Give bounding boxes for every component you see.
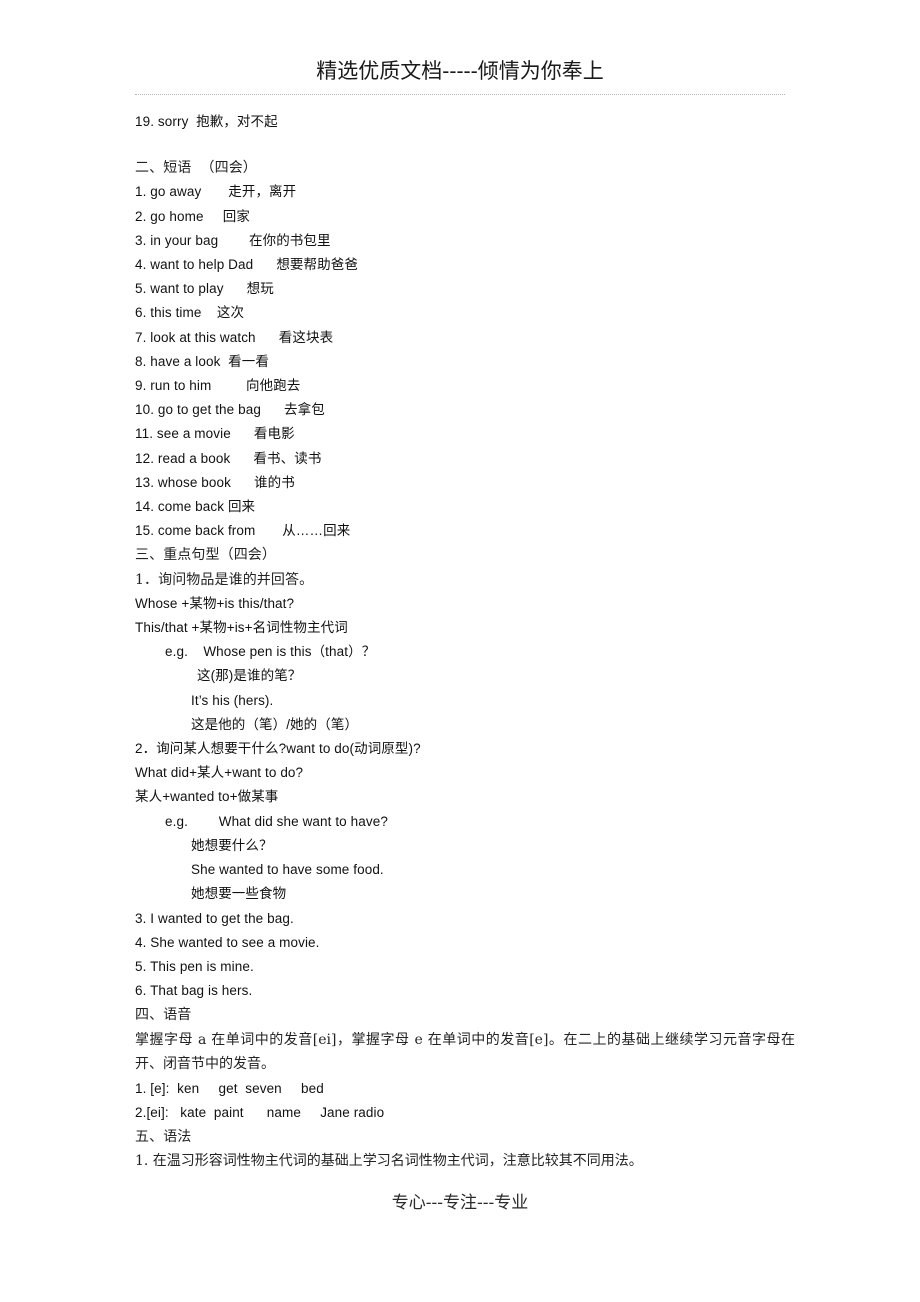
phrase-item: 15. come back from 从……回来	[135, 523, 351, 539]
pattern-two-example-cn-1: 她想要什么？	[191, 837, 273, 853]
phrase-item: 14. come back 回来	[135, 499, 256, 515]
pattern-two-example-en-1: e.g. What did she want to have?	[165, 813, 388, 829]
header-title: 精选优质文档-----倾情为你奉上	[316, 59, 604, 83]
key-sentence: 5. This pen is mine.	[135, 958, 254, 974]
phrase-item: 5. want to play 想玩	[135, 281, 274, 297]
pattern-one-example-en-1: e.g. Whose pen is this（that）？	[165, 644, 376, 660]
header-divider	[135, 94, 785, 95]
phrase-item: 8. have a look 看一看	[135, 353, 269, 369]
pattern-two-form-b: 某人+wanted to+做某事	[135, 789, 279, 805]
phonics-item: 1. [e]: ken get seven bed	[135, 1080, 324, 1096]
pattern-one-form-b: This/that +某物+is+名词性物主代词	[135, 620, 348, 636]
page-footer: 专心---专注---专业	[135, 1192, 785, 1214]
pattern-one-example-cn-2: 这是他的（笔）/她的（笔）	[191, 716, 359, 732]
pattern-two-example-en-2: She wanted to have some food.	[191, 862, 384, 878]
section-four-heading: 四、语音	[135, 1007, 192, 1024]
phrase-item: 12. read a book 看书、读书	[135, 450, 322, 466]
phrase-item: 13. whose book 谁的书	[135, 474, 295, 490]
phrase-item: 4. want to help Dad 想要帮助爸爸	[135, 257, 358, 273]
vocab-item-19: 19. sorry 抱歉，对不起	[135, 114, 278, 129]
key-sentence: 4. She wanted to see a movie.	[135, 934, 320, 950]
pattern-one-example-en-2: It’s his (hers).	[191, 692, 274, 708]
phrase-item: 6. this time 这次	[135, 305, 245, 321]
pattern-two-example-cn-2: 她想要一些食物	[191, 886, 287, 902]
grammar-item: 1. 在温习形容词性物主代词的基础上学习名词性物主代词，注意比较其不同用法。	[135, 1153, 643, 1170]
pattern-two-number: 2．询问某人想要干什么?want to do(动词原型)?	[135, 741, 421, 757]
phrase-item: 9. run to him 向他跑去	[135, 378, 301, 394]
key-sentence: 3. I wanted to get the bag.	[135, 910, 294, 926]
pattern-one-form-a: Whose +某物+is this/that?	[135, 595, 295, 611]
document-page: 精选优质文档-----倾情为你奉上 19. sorry 抱歉，对不起 二、短语 …	[0, 0, 920, 1302]
phrase-item: 3. in your bag 在你的书包里	[135, 232, 331, 248]
section-two-heading: 二、短语 （四会）	[135, 160, 257, 177]
key-sentence: 6. That bag is hers.	[135, 983, 253, 999]
pattern-two-form-a: What did+某人+want to do?	[135, 765, 304, 781]
phrase-item: 11. see a movie 看电影	[135, 426, 295, 442]
phrase-item: 10. go to get the bag 去拿包	[135, 402, 325, 418]
section-four-paragraph: 掌握字母 a 在单词中的发音[ei]，掌握字母 e 在单词中的发音[e]。在二上…	[135, 1031, 795, 1073]
footer-slogan: 专心---专注---专业	[391, 1193, 529, 1213]
pattern-one-number: 1．询问物品是谁的并回答。	[135, 571, 314, 588]
document-body: 19. sorry 抱歉，对不起 二、短语 （四会） 1. go away 走开…	[135, 110, 795, 1174]
phrase-item: 7. look at this watch 看这块表	[135, 329, 334, 345]
section-three-heading: 三、重点句型（四会）	[135, 547, 276, 564]
phrase-item: 1. go away 走开，离开	[135, 184, 297, 200]
pattern-one-example-cn-1: 这(那)是谁的笔？	[197, 668, 302, 684]
section-five-heading: 五、语法	[135, 1128, 192, 1145]
phonics-item: 2.[ei]: kate paint name Jane radio	[135, 1104, 385, 1120]
page-header: 精选优质文档-----倾情为你奉上	[0, 0, 920, 100]
phrase-item: 2. go home 回家	[135, 208, 250, 224]
